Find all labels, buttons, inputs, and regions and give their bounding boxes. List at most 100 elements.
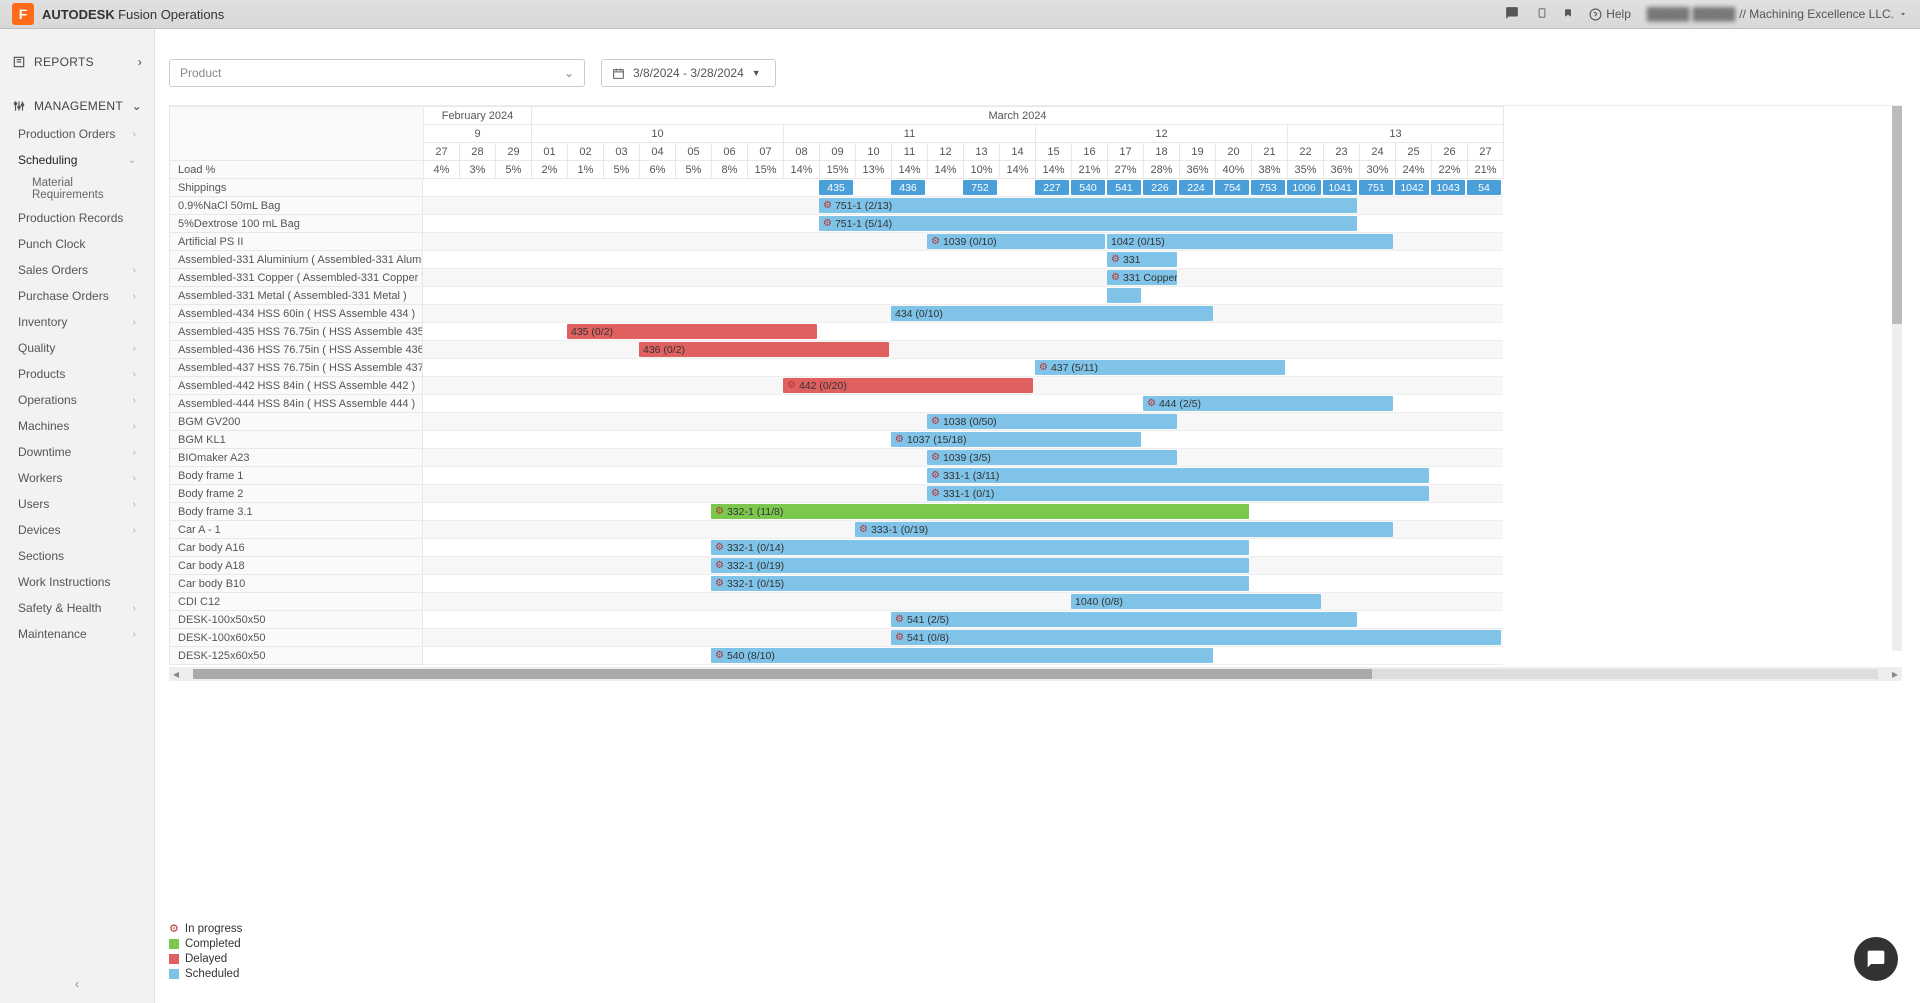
- gantt-bar[interactable]: ⚙1038 (0/50): [927, 414, 1177, 429]
- sidebar-collapse-button[interactable]: ‹: [75, 977, 79, 991]
- sidebar-item-maintenance[interactable]: Maintenance›: [0, 621, 154, 647]
- gantt-bar[interactable]: 540: [1071, 180, 1105, 195]
- gantt-bar[interactable]: 753: [1251, 180, 1285, 195]
- gantt-bar[interactable]: ⚙332-1 (0/14): [711, 540, 1249, 555]
- gantt-bar[interactable]: [1107, 288, 1141, 303]
- bookmark-icon[interactable]: [1563, 6, 1573, 23]
- gantt-bar[interactable]: 1041: [1323, 180, 1357, 195]
- sidebar-sub-material-requirements[interactable]: Material Requirements: [0, 173, 154, 205]
- gantt-bar[interactable]: ⚙331 Copper (0: [1107, 270, 1177, 285]
- gear-icon: ⚙: [715, 578, 724, 589]
- help-button[interactable]: Help: [1589, 7, 1631, 21]
- gantt-bar[interactable]: ⚙442 (0/20): [783, 378, 1033, 393]
- chevron-right-icon: ›: [133, 525, 136, 536]
- caret-down-icon: ▼: [752, 68, 761, 78]
- sidebar-item-devices[interactable]: Devices›: [0, 517, 154, 543]
- sidebar-item-operations[interactable]: Operations›: [0, 387, 154, 413]
- gantt-bar[interactable]: 434 (0/10): [891, 306, 1213, 321]
- gantt-row-label: Assembled-331 Aluminium ( Assembled-331 …: [169, 251, 423, 269]
- sidebar-group-reports[interactable]: REPORTS ›: [0, 47, 154, 77]
- sidebar-item-inventory[interactable]: Inventory›: [0, 309, 154, 335]
- chevron-right-icon: ›: [133, 129, 136, 140]
- gantt-bar[interactable]: ⚙332-1 (0/19): [711, 558, 1249, 573]
- gantt-row-label: Artificial PS II: [169, 233, 423, 251]
- gantt-bar[interactable]: ⚙444 (2/5): [1143, 396, 1393, 411]
- gantt-bar[interactable]: ⚙540 (8/10): [711, 648, 1213, 663]
- gantt-bar[interactable]: 752: [963, 180, 997, 195]
- date-range-picker[interactable]: 3/8/2024 - 3/28/2024 ▼: [601, 59, 776, 87]
- gantt-row-label: 5%Dextrose 100 mL Bag: [169, 215, 423, 233]
- chat-fab-button[interactable]: [1854, 937, 1898, 981]
- gantt-bar[interactable]: 435: [819, 180, 853, 195]
- gantt-row-label: Body frame 3.1: [169, 503, 423, 521]
- sidebar-item-punch-clock[interactable]: Punch Clock: [0, 231, 154, 257]
- gantt-bar[interactable]: 227: [1035, 180, 1069, 195]
- gantt-bar[interactable]: ⚙751-1 (2/13): [819, 198, 1357, 213]
- gantt-bar[interactable]: 754: [1215, 180, 1249, 195]
- gantt-row-label: Assembled-331 Metal ( Assembled-331 Meta…: [169, 287, 423, 305]
- sidebar-group-management[interactable]: MANAGEMENT ⌄: [0, 91, 154, 121]
- vertical-scrollbar[interactable]: [1892, 106, 1902, 651]
- gantt-bar[interactable]: ⚙1039 (0/10): [927, 234, 1105, 249]
- gantt-bar[interactable]: ⚙1039 (3/5): [927, 450, 1177, 465]
- gantt-row-label: DESK-100x60x50: [169, 629, 423, 647]
- mobile-icon[interactable]: [1537, 5, 1547, 24]
- gantt-chart: February 2024March 202491011121327282901…: [169, 105, 1902, 904]
- sidebar-item-safety-health[interactable]: Safety & Health›: [0, 595, 154, 621]
- gear-icon: ⚙: [895, 614, 904, 625]
- gantt-bar[interactable]: ⚙331-1 (3/11): [927, 468, 1429, 483]
- gear-icon: ⚙: [931, 470, 940, 481]
- gantt-bar[interactable]: ⚙332-1 (0/15): [711, 576, 1249, 591]
- gantt-bar[interactable]: ⚙541 (0/8): [891, 630, 1501, 645]
- sidebar-item-production-orders[interactable]: Production Orders›: [0, 121, 154, 147]
- gantt-bar[interactable]: 436 (0/2): [639, 342, 889, 357]
- sidebar-item-downtime[interactable]: Downtime›: [0, 439, 154, 465]
- gantt-bar[interactable]: ⚙331: [1107, 252, 1177, 267]
- sidebar-item-sections[interactable]: Sections: [0, 543, 154, 569]
- gantt-bar[interactable]: 54: [1467, 180, 1501, 195]
- gantt-row-label: Car body B10: [169, 575, 423, 593]
- gantt-bar[interactable]: ⚙331-1 (0/1): [927, 486, 1429, 501]
- chevron-down-icon: ⌄: [564, 66, 574, 80]
- sidebar-item-workers[interactable]: Workers›: [0, 465, 154, 491]
- sidebar-item-users[interactable]: Users›: [0, 491, 154, 517]
- gantt-bar[interactable]: ⚙333-1 (0/19): [855, 522, 1393, 537]
- chat-icon[interactable]: [1503, 6, 1521, 23]
- sidebar-item-products[interactable]: Products›: [0, 361, 154, 387]
- gantt-bar[interactable]: 436: [891, 180, 925, 195]
- gantt-bar[interactable]: ⚙751-1 (5/14): [819, 216, 1357, 231]
- gantt-bar[interactable]: 1042: [1395, 180, 1429, 195]
- gantt-bar[interactable]: 224: [1179, 180, 1213, 195]
- gantt-bar[interactable]: 226: [1143, 180, 1177, 195]
- chevron-right-icon: ›: [133, 317, 136, 328]
- gantt-bar[interactable]: ⚙541 (2/5): [891, 612, 1357, 627]
- gantt-row-label: BGM GV200: [169, 413, 423, 431]
- gantt-bar[interactable]: ⚙437 (5/11): [1035, 360, 1285, 375]
- gantt-bar[interactable]: 1040 (0/8): [1071, 594, 1321, 609]
- gear-icon: ⚙: [895, 434, 904, 445]
- gantt-bar[interactable]: 1042 (0/15): [1107, 234, 1393, 249]
- sidebar-item-scheduling[interactable]: Scheduling⌄: [0, 147, 154, 173]
- gear-icon: ⚙: [787, 380, 796, 391]
- chevron-right-icon: ›: [133, 447, 136, 458]
- gantt-bar[interactable]: ⚙1037 (15/18): [891, 432, 1141, 447]
- product-select[interactable]: Product ⌄: [169, 59, 585, 87]
- user-menu[interactable]: █████ █████ // Machining Excellence LLC.: [1647, 7, 1908, 21]
- sidebar-item-sales-orders[interactable]: Sales Orders›: [0, 257, 154, 283]
- sidebar-item-purchase-orders[interactable]: Purchase Orders›: [0, 283, 154, 309]
- sidebar-item-production-records[interactable]: Production Records: [0, 205, 154, 231]
- gantt-bar[interactable]: 751: [1359, 180, 1393, 195]
- top-bar: F AUTODESK Fusion Operations Help █████ …: [0, 0, 1920, 29]
- chevron-down-icon: [1898, 9, 1908, 19]
- horizontal-scrollbar[interactable]: ◂ ▸: [169, 667, 1902, 681]
- gantt-bar[interactable]: 435 (0/2): [567, 324, 817, 339]
- sidebar-item-machines[interactable]: Machines›: [0, 413, 154, 439]
- gantt-row-label: Assembled-442 HSS 84in ( HSS Assemble 44…: [169, 377, 423, 395]
- chevron-right-icon: ›: [133, 395, 136, 406]
- gantt-bar[interactable]: 1006: [1287, 180, 1321, 195]
- sidebar-item-work-instructions[interactable]: Work Instructions: [0, 569, 154, 595]
- gantt-bar[interactable]: ⚙332-1 (11/8): [711, 504, 1249, 519]
- sidebar-item-quality[interactable]: Quality›: [0, 335, 154, 361]
- gantt-bar[interactable]: 1043: [1431, 180, 1465, 195]
- gantt-bar[interactable]: 541: [1107, 180, 1141, 195]
